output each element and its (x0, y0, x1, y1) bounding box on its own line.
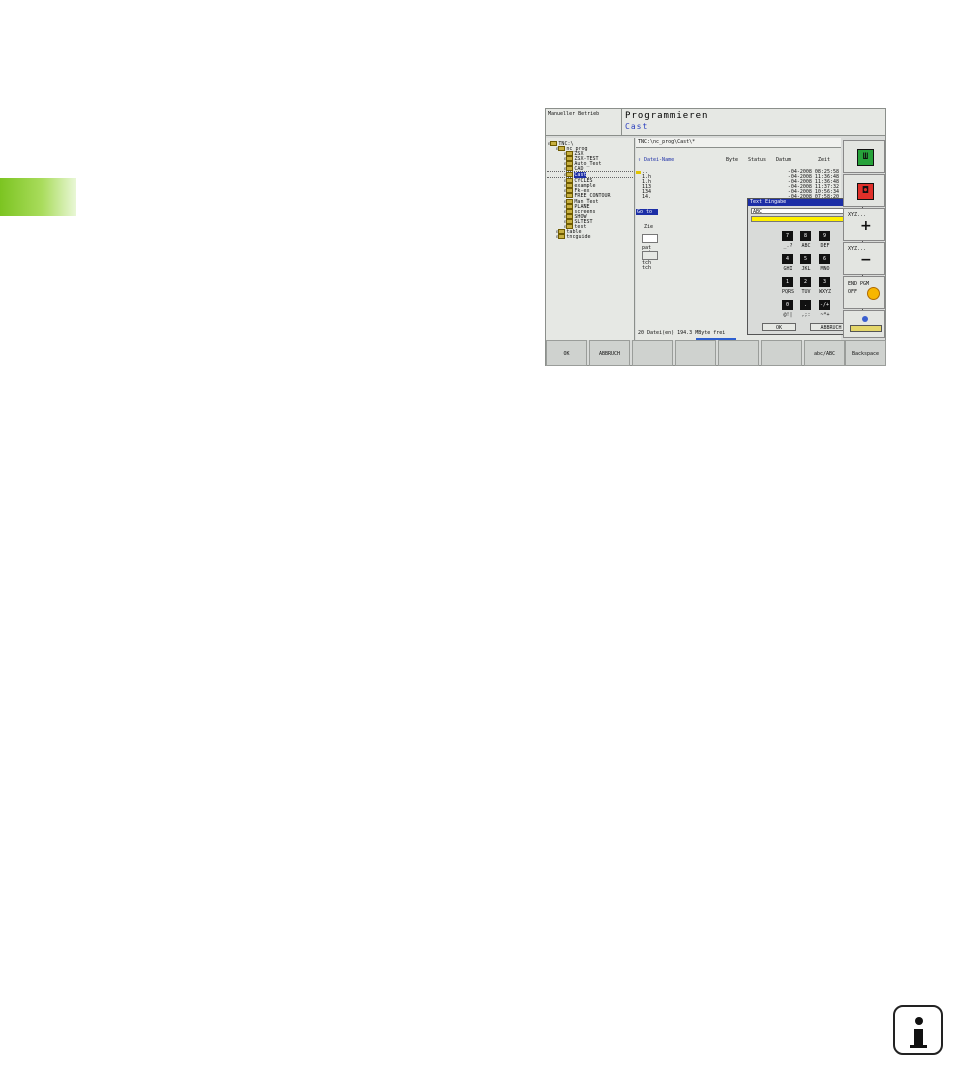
softkey-xyz-plus[interactable]: XYZ... + (843, 208, 885, 241)
minus-icon: − (860, 252, 872, 268)
keypad-key-letters: ABC (801, 243, 811, 249)
end-pgm-label: END PGM (848, 281, 870, 287)
keypad-key[interactable]: 0 (782, 300, 793, 310)
col-name[interactable]: Datei-Name (644, 156, 674, 164)
softkey-machine[interactable] (843, 310, 885, 338)
col-byte[interactable]: Byte (726, 156, 738, 164)
keypad-key-letters: PQRS (781, 289, 795, 295)
keypad-key-letters: MNO (820, 266, 830, 272)
plus-icon: + (860, 218, 872, 234)
softkey-8[interactable]: Backspace (845, 340, 886, 366)
info-icon (893, 1005, 943, 1055)
tree-item[interactable]: ⊟ tncguide (547, 233, 633, 240)
softkey-3[interactable] (632, 340, 673, 366)
keypad-key-letters: WXYZ (818, 289, 832, 295)
chapter-tab (0, 178, 76, 216)
vertical-softkeys: Ш ◘ XYZ... + XYZ... − END PGM OFF (842, 138, 886, 340)
tree-item[interactable]: ⊟ Cast (547, 171, 633, 179)
keypad-key[interactable]: -/+ (819, 300, 830, 310)
softkey-end-pgm-off[interactable]: END PGM OFF (843, 276, 885, 309)
keypad-key[interactable]: 7 (782, 231, 793, 241)
keypad-key-letters: ,;: (801, 312, 811, 318)
goto-button[interactable] (642, 251, 658, 260)
col-zeit[interactable]: Zeit (818, 156, 830, 164)
softkey-7[interactable]: abc/ABC (804, 340, 845, 366)
keypad-key[interactable]: 8 (800, 231, 811, 241)
keypad-key-letters: ~*+ (820, 312, 830, 318)
tnc-screen: Manueller Betrieb Programmieren Cast ⊟ TN… (545, 108, 886, 366)
folder-up-icon (636, 171, 641, 174)
machine-table-icon (850, 325, 882, 332)
keypad-key[interactable]: 9 (819, 231, 830, 241)
file-name: tch (642, 264, 652, 271)
folder-icon (558, 233, 566, 239)
mode-label: Manueller Betrieb (546, 109, 622, 136)
goto-bar: Go to (636, 209, 658, 215)
softkey-stop[interactable]: ◘ (843, 174, 885, 207)
softkey-bar: OK ABBRUCH abc/ABC Backspace (546, 340, 887, 367)
keypad-key[interactable]: 5 (800, 254, 811, 264)
softkey-program-run[interactable]: Ш (843, 140, 885, 173)
keypad-key[interactable]: 1 (782, 277, 793, 287)
tool-icon (862, 316, 868, 322)
file-status: 20 Datei(en) 194.3 MByte frei (638, 330, 726, 336)
stop-program-icon: ◘ (857, 183, 874, 200)
keypad-key[interactable]: 6 (819, 254, 830, 264)
dialog-title: Text Eingabe (750, 199, 787, 205)
column-headers: ⇑ Datei-Name Byte Status Datum Zeit (636, 156, 841, 164)
keypad-key[interactable]: 2 (800, 277, 811, 287)
keypad-key[interactable]: 3 (819, 277, 830, 287)
keypad-key[interactable]: 4 (782, 254, 793, 264)
col-status[interactable]: Status (748, 156, 766, 164)
keypad-key-letters: GHI (783, 266, 793, 272)
tree-item-label: tncguide (566, 233, 591, 240)
softkey-4[interactable] (675, 340, 716, 366)
folder-icon (566, 172, 574, 178)
sort-arrow-icon[interactable]: ⇑ (638, 156, 641, 164)
program-run-icon: Ш (857, 149, 874, 166)
header-panel: Programmieren Cast (622, 109, 885, 136)
softkey-2[interactable]: ABBRUCH (589, 340, 630, 366)
softkey-1[interactable]: OK (546, 340, 587, 366)
ziel-label: Zie (644, 224, 654, 230)
keypad-key-letters: _.? (783, 243, 793, 249)
keypad-key-letters: JKL (801, 266, 811, 272)
keypad-key-letters: DEF (820, 243, 830, 249)
softkey-6[interactable] (761, 340, 802, 366)
col-datum[interactable]: Datum (776, 156, 791, 164)
page-subtitle: Cast (625, 122, 649, 131)
off-label: OFF (848, 289, 858, 295)
keypad-key-letters: @!| (783, 312, 793, 318)
dialog-ok-button[interactable]: OK (762, 323, 796, 331)
end-pgm-icon (867, 287, 880, 300)
keypad-key-letters: TUV (801, 289, 811, 295)
file-list-panel: TNC:\nc_prog\Cast\* ⇑ Datei-Name Byte St… (636, 138, 863, 340)
directory-tree[interactable]: ⊟ TNC:\ ⊟ nc_prog ⊟ ZSX ⊟ ZSX-TEST ⊟ Auto_Test ⊟ CA… (546, 138, 635, 340)
softkey-5[interactable] (718, 340, 759, 366)
path-label: TNC:\nc_prog\Cast\* (636, 138, 841, 148)
softkey-xyz-minus[interactable]: XYZ... − (843, 242, 885, 275)
keypad-key[interactable]: . (800, 300, 811, 310)
ziel-input[interactable] (642, 234, 658, 243)
page-title: Programmieren (625, 111, 709, 121)
